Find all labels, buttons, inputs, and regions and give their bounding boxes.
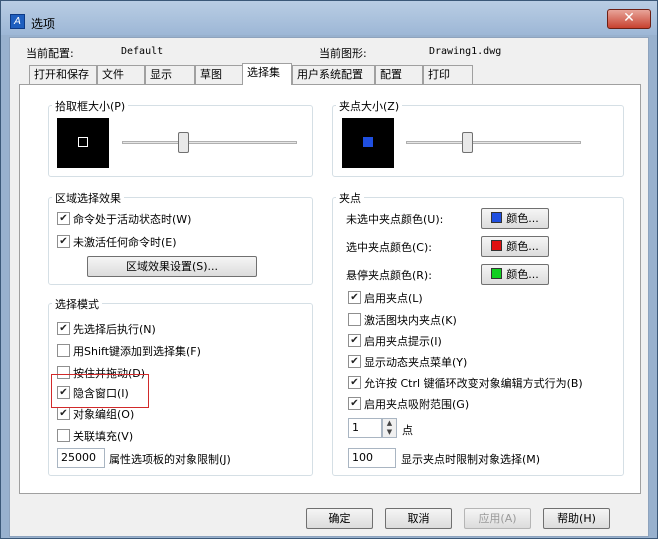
titlebar[interactable]: A 选项 ✕ [1,1,657,35]
hover-grip-color-button[interactable]: 颜色... [481,264,549,285]
chk-object-grouping[interactable]: ✔ [57,407,70,420]
grip-size-title: 夹点大小(Z) [336,98,403,114]
snap-range-spinner[interactable]: ▲ ▼ [382,418,397,438]
close-button[interactable]: ✕ [607,9,651,29]
current-drawing-label: 当前图形: [319,47,367,60]
options-dialog: A 选项 ✕ 当前配置: Default 当前图形: Drawing1.dwg … [0,0,658,539]
green-swatch-icon [491,268,503,279]
chk-grips-in-blocks[interactable] [348,313,361,326]
help-button[interactable]: 帮助(H) [543,508,610,529]
label-grip-display-limit: 显示夹点时限制对象选择(M) [401,453,541,466]
grip-slider-track[interactable] [406,141,581,144]
chk-grip-tips[interactable]: ✔ [348,334,361,347]
highlight-box [51,374,149,408]
blue-swatch-icon [491,212,503,223]
color-button-label: 颜色... [506,240,539,253]
selection-mode-title: 选择模式 [52,296,102,312]
object-limit-input[interactable]: 25000 [57,448,105,468]
tab-open-save[interactable]: 打开和保存 [29,65,97,84]
selected-grip-color-button[interactable]: 颜色... [481,236,549,257]
apply-button[interactable]: 应用(A) [464,508,531,529]
current-drawing-value: Drawing1.dwg [429,46,502,57]
chk-dynamic-grip-menu[interactable]: ✔ [348,355,361,368]
tab-display[interactable]: 显示 [145,65,195,84]
grip-slider-thumb[interactable] [462,132,473,153]
tab-selection[interactable]: 选择集 [242,63,292,85]
chk-noun-verb[interactable]: ✔ [57,322,70,335]
check-icon: ✔ [350,356,359,367]
check-icon: ✔ [59,323,68,334]
grip-display-limit-input[interactable]: 100 [348,448,396,468]
label-grip-snap-range: 启用夹点吸附范围(G) [364,398,470,411]
tab-files[interactable]: 文件 [97,65,145,84]
pickbox-size-title: 拾取框大小(P) [52,98,129,114]
check-icon: ✔ [350,377,359,388]
color-button-label: 颜色... [506,268,539,281]
check-icon: ✔ [350,292,359,303]
label-selected-grip-color: 选中夹点颜色(C): [346,241,432,254]
label-enable-grips: 启用夹点(L) [364,292,423,305]
tab-plot[interactable]: 打印 [423,65,473,84]
color-button-label: 颜色... [506,212,539,225]
unselected-grip-color-button[interactable]: 颜色... [481,208,549,229]
check-icon: ✔ [59,408,68,419]
label-object-grouping: 对象编组(O) [73,408,135,421]
grip-square-icon [363,137,373,147]
label-grip-tips: 启用夹点提示(I) [364,335,442,348]
label-dynamic-grip-menu: 显示动态夹点菜单(Y) [364,356,468,369]
label-object-limit: 属性选项板的对象限制(J) [109,453,231,466]
tab-profiles[interactable]: 配置 [375,65,423,84]
chk-ctrl-cycling[interactable]: ✔ [348,376,361,389]
pickbox-preview [57,118,109,168]
app-icon: A [10,14,25,29]
pickbox-slider-thumb[interactable] [178,132,189,153]
grip-preview [342,118,394,168]
snap-range-unit: 点 [402,424,413,437]
label-active-command: 命令处于活动状态时(W) [73,213,192,226]
check-icon: ✔ [59,213,68,224]
chk-grip-snap-range[interactable]: ✔ [348,397,361,410]
spin-up-icon[interactable]: ▲ [383,419,396,428]
check-icon: ✔ [350,398,359,409]
label-associative-hatch: 关联填充(V) [73,430,134,443]
chk-active-command[interactable]: ✔ [57,212,70,225]
pickbox-square-icon [78,137,88,147]
chk-enable-grips[interactable]: ✔ [348,291,361,304]
tab-drafting[interactable]: 草图 [195,65,243,84]
chk-associative-hatch[interactable] [57,429,70,442]
region-effect-settings-button[interactable]: 区域效果设置(S)... [87,256,257,277]
red-swatch-icon [491,240,503,251]
current-profile-label: 当前配置: [26,47,74,60]
current-profile-value: Default [121,46,164,57]
grips-title: 夹点 [336,190,364,206]
cancel-button[interactable]: 取消 [385,508,452,529]
chk-no-command[interactable]: ✔ [57,235,70,248]
label-noun-verb: 先选择后执行(N) [73,323,156,336]
label-ctrl-cycling: 允许按 Ctrl 键循环改变对象编辑方式行为(B) [364,377,583,390]
label-shift-add: 用Shift键添加到选择集(F) [73,345,201,358]
check-icon: ✔ [350,335,359,346]
check-icon: ✔ [59,236,68,247]
pickbox-slider-track[interactable] [122,141,297,144]
spin-down-icon[interactable]: ▼ [383,428,396,437]
ok-button[interactable]: 确定 [306,508,373,529]
label-no-command: 未激活任何命令时(E) [73,236,177,249]
label-unselected-grip-color: 未选中夹点颜色(U): [346,213,444,226]
tab-user-preferences[interactable]: 用户系统配置 [292,65,375,84]
window-title: 选项 [31,17,56,31]
label-hover-grip-color: 悬停夹点颜色(R): [346,269,432,282]
chk-shift-add[interactable] [57,344,70,357]
label-grips-in-blocks: 激活图块内夹点(K) [364,314,457,327]
snap-range-input[interactable]: 1 [348,418,382,438]
region-effect-title: 区域选择效果 [52,190,124,206]
